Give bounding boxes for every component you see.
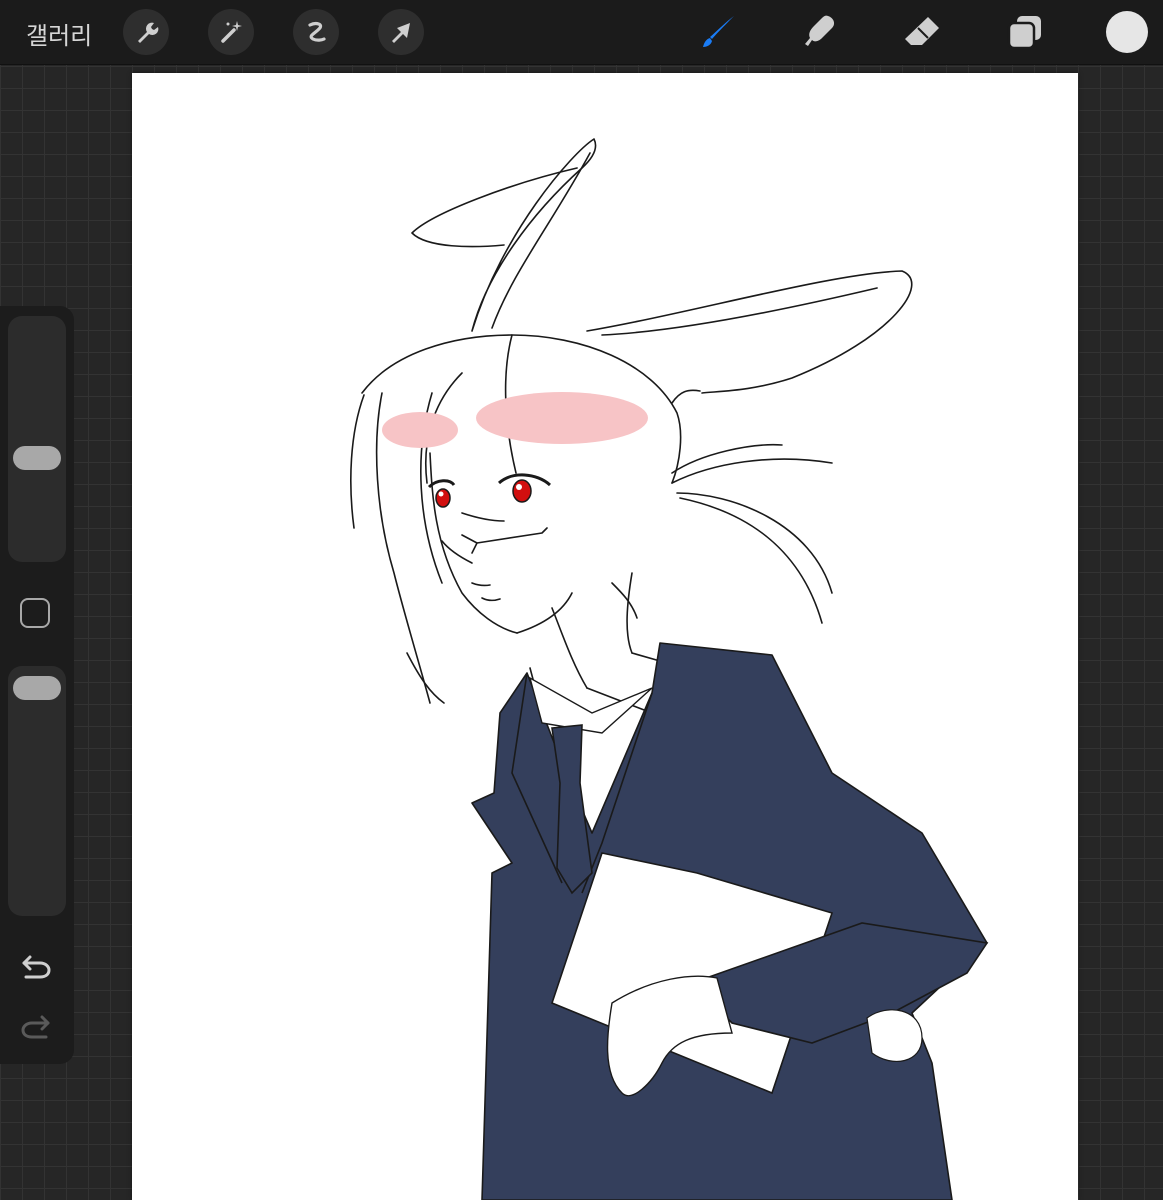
smudge-tool-button[interactable] xyxy=(798,10,842,54)
brush-icon xyxy=(703,16,734,47)
transform-arrow-icon xyxy=(392,23,410,43)
undo-icon xyxy=(22,955,51,979)
drawing-canvas[interactable] xyxy=(132,73,1078,1200)
brush-tool-button[interactable] xyxy=(696,10,740,54)
adjustments-button[interactable] xyxy=(208,9,254,55)
layers-icon xyxy=(1007,16,1041,50)
artwork-bunny-character xyxy=(350,138,989,1200)
smudge-icon xyxy=(805,15,835,46)
brush-size-thumb[interactable] xyxy=(13,446,61,470)
eraser-tool-button[interactable] xyxy=(900,10,944,54)
gallery-button[interactable]: 갤러리 xyxy=(26,16,92,51)
eraser-icon xyxy=(905,17,939,45)
redo-icon xyxy=(21,1015,50,1039)
color-picker-button[interactable] xyxy=(1106,11,1148,53)
left-sidebar xyxy=(0,306,74,1064)
opacity-thumb[interactable] xyxy=(13,676,61,700)
selection-icon xyxy=(308,22,326,42)
redo-button[interactable] xyxy=(16,1006,56,1046)
actions-button[interactable] xyxy=(123,9,169,55)
undo-button[interactable] xyxy=(16,946,56,986)
layers-button[interactable] xyxy=(1003,10,1047,54)
opacity-slider[interactable] xyxy=(8,666,66,916)
wrench-icon xyxy=(138,22,159,43)
brush-size-slider[interactable] xyxy=(8,316,66,562)
magic-wand-icon xyxy=(221,21,242,43)
transform-button[interactable] xyxy=(378,9,424,55)
selection-button[interactable] xyxy=(293,9,339,55)
top-toolbar: 갤러리 xyxy=(0,0,1163,65)
modify-button[interactable] xyxy=(20,598,50,628)
